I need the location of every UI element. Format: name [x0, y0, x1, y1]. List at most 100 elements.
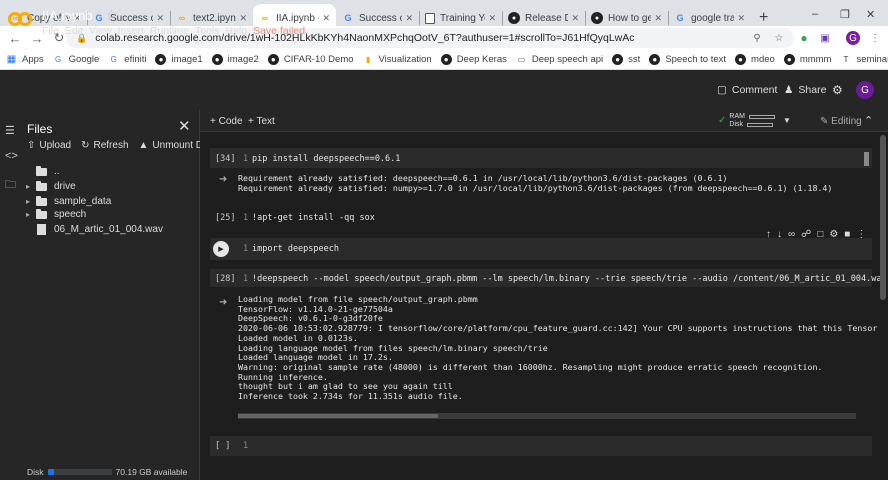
- share-button[interactable]: ♟ Share: [784, 84, 826, 96]
- comment-button[interactable]: ▢ Comment: [717, 84, 777, 96]
- code-cell[interactable]: [210, 436, 872, 456]
- bookmark-star-icon[interactable]: ☆: [772, 31, 786, 45]
- scrollbar-thumb[interactable]: [238, 414, 438, 418]
- colab-icon: ∞: [178, 13, 186, 23]
- upload-icon: ⇧: [27, 140, 36, 151]
- menu-edit[interactable]: Edit: [65, 25, 83, 37]
- bookmark-item[interactable]: ● mmmm: [783, 54, 831, 65]
- menu-insert[interactable]: Insert: [118, 25, 144, 37]
- folder-icon: [36, 195, 47, 206]
- folder-item[interactable]: ▸ drive: [26, 180, 76, 192]
- runtime-dropdown-icon[interactable]: ▼: [783, 117, 791, 125]
- file-icon: [37, 224, 46, 235]
- google-icon: G: [95, 13, 103, 23]
- colab-icon: ∞: [261, 13, 269, 23]
- bookmark-item[interactable]: ● sst: [612, 54, 640, 65]
- bookmark-item[interactable]: ▮ Visualization: [363, 54, 432, 65]
- colab-avatar[interactable]: G: [856, 81, 874, 99]
- settings-gear-icon[interactable]: ⚙: [832, 83, 843, 97]
- bookmark-item[interactable]: Tseminar_ds: [840, 54, 888, 65]
- extension-icon-2[interactable]: ▣: [818, 31, 832, 45]
- menu-file[interactable]: File: [42, 25, 59, 37]
- file-item[interactable]: 06_M_artic_01_004.wav: [26, 224, 163, 235]
- close-tab-icon[interactable]: ✕: [571, 13, 579, 24]
- notebook-title[interactable]: IIA.ipynb: [42, 8, 93, 23]
- output-icon[interactable]: ➜: [219, 297, 227, 308]
- save-status[interactable]: Save failed: [253, 25, 305, 37]
- bookmark-item[interactable]: ● image1: [155, 54, 203, 65]
- menu-view[interactable]: View: [89, 25, 112, 37]
- back-icon[interactable]: ←: [4, 31, 26, 46]
- extension-icon[interactable]: ●: [797, 31, 811, 45]
- upload-button[interactable]: ⇧ Upload: [27, 140, 71, 151]
- close-window-button[interactable]: ✕: [866, 8, 875, 21]
- files-folder-icon[interactable]: 🗀: [5, 176, 16, 195]
- bookmark-item[interactable]: ▦ Apps: [6, 54, 44, 65]
- bookmark-label: CIFAR-10 Demo: [283, 54, 354, 65]
- bookmark-label: image1: [171, 54, 203, 65]
- menu-help[interactable]: Help: [225, 25, 247, 37]
- close-tab-icon[interactable]: ✕: [488, 13, 496, 24]
- cell-prompt: [34]: [215, 154, 236, 164]
- folder-item[interactable]: ▸ sample_data: [26, 195, 111, 207]
- close-tab-icon[interactable]: ✕: [322, 13, 330, 24]
- cell-code[interactable]: !deepspeech --model speech/output_graph.…: [252, 274, 887, 284]
- bookmark-item[interactable]: ● mdeo: [735, 54, 775, 65]
- cell-code[interactable]: import deepspeech: [252, 244, 339, 254]
- folder-item[interactable]: ..: [26, 165, 60, 177]
- cell-scrollbar[interactable]: [864, 152, 869, 166]
- restore-button[interactable]: ❐: [840, 8, 850, 21]
- ram-disk-indicator[interactable]: ✓ RAM Disk ▼: [718, 113, 791, 129]
- github-icon: ●: [735, 54, 747, 65]
- expand-arrow-icon[interactable]: ▸: [26, 197, 36, 206]
- bookmark-item[interactable]: ● Speech to text: [649, 54, 726, 65]
- bookmark-item[interactable]: ▭ Deep speech api: [516, 54, 604, 65]
- disk-label: Disk: [27, 467, 44, 477]
- add-text-button[interactable]: + Text: [248, 116, 275, 127]
- bookmark-item[interactable]: G Google: [53, 54, 99, 65]
- close-tab-icon[interactable]: ✕: [239, 13, 247, 24]
- bookmark-item[interactable]: ● image2: [211, 54, 259, 65]
- run-cell-button[interactable]: ▶: [213, 241, 229, 257]
- cell-prompt: [ ]: [215, 441, 231, 451]
- folder-icon: [36, 180, 47, 191]
- add-code-button[interactable]: + Code: [210, 116, 243, 127]
- close-tab-icon[interactable]: ✕: [737, 13, 745, 24]
- doc-icon: ▭: [517, 55, 526, 64]
- folder-item[interactable]: ▸ speech: [26, 208, 86, 220]
- minimize-button[interactable]: –: [812, 8, 818, 20]
- bookmark-label: image2: [227, 54, 259, 65]
- collapse-header-icon[interactable]: ⌃: [864, 114, 873, 127]
- cell-code[interactable]: !apt-get install -qq sox: [252, 213, 375, 223]
- google-icon: G: [110, 55, 117, 64]
- close-tab-icon[interactable]: ✕: [405, 13, 413, 24]
- refresh-button[interactable]: ↻ Refresh: [81, 140, 128, 151]
- bookmark-item[interactable]: Gefiniti: [108, 54, 147, 65]
- tib-icon: T: [843, 55, 849, 64]
- code-snippets-icon[interactable]: <>: [5, 150, 18, 162]
- editing-mode[interactable]: ✎ Editing: [820, 116, 862, 127]
- browser-menu-icon[interactable]: ⋮: [868, 31, 882, 45]
- menu-tools[interactable]: Tools: [195, 25, 220, 37]
- search-icon[interactable]: ⚲: [750, 31, 764, 45]
- line-number: 1: [243, 213, 249, 223]
- notebook-scrollbar[interactable]: [880, 135, 886, 300]
- bookmark-label: Visualization: [378, 54, 432, 65]
- star-icon[interactable]: ☆: [106, 7, 118, 23]
- bookmark-item[interactable]: ● Deep Keras: [440, 54, 507, 65]
- close-tab-icon[interactable]: ✕: [654, 13, 662, 24]
- menu-runtime[interactable]: Runtime: [150, 25, 189, 37]
- table-of-contents-icon[interactable]: ☰: [5, 124, 15, 137]
- tree-item-label: drive: [54, 181, 76, 192]
- bookmark-item[interactable]: ● CIFAR-10 Demo: [267, 54, 354, 65]
- output-icon[interactable]: ➜: [219, 174, 227, 185]
- disk-label-toolbar: Disk: [729, 121, 744, 128]
- close-tab-icon[interactable]: ✕: [156, 13, 164, 24]
- close-icon[interactable]: ✕: [178, 117, 191, 135]
- expand-arrow-icon[interactable]: ▸: [26, 210, 36, 219]
- colab-logo-icon[interactable]: [8, 10, 32, 28]
- cell-code[interactable]: pip install deepspeech==0.6.1: [252, 154, 400, 164]
- bookmarks-bar: ▦ Apps G Google Gefiniti ● image1 ● image2 ● CIFAR…: [0, 50, 888, 70]
- expand-arrow-icon[interactable]: ▸: [26, 182, 36, 191]
- profile-avatar[interactable]: G: [846, 31, 860, 45]
